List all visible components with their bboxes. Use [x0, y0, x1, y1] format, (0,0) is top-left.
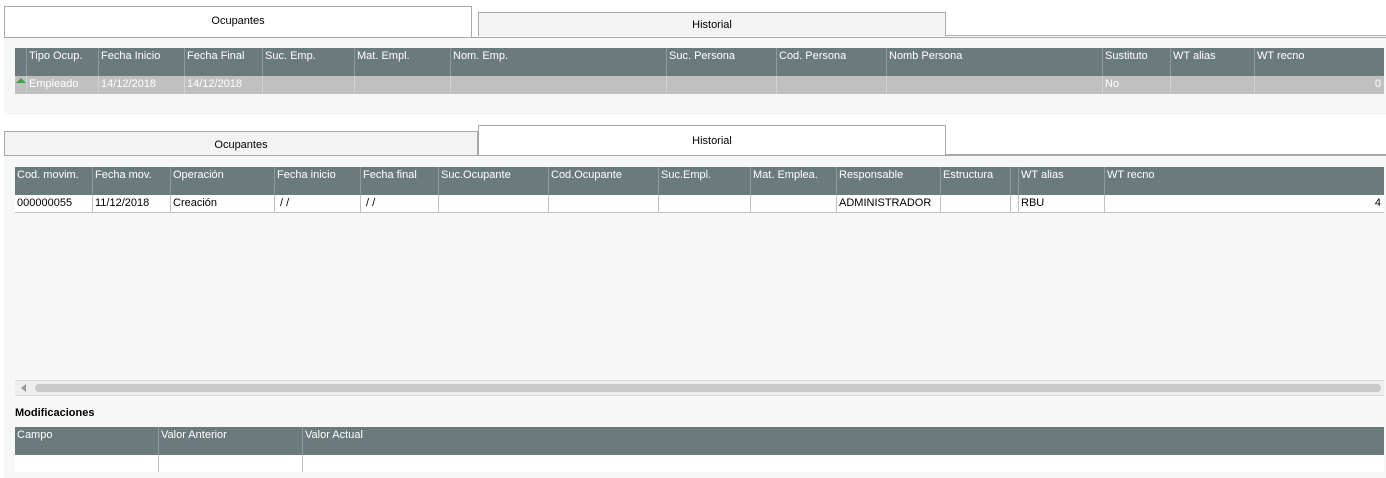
cell[interactable] — [777, 76, 887, 94]
cell[interactable] — [1171, 76, 1255, 94]
cell[interactable]: 11/12/2018 — [93, 195, 171, 213]
cell[interactable] — [15, 455, 159, 472]
grid-header: Tipo Ocup. Fecha Inicio Fecha Final Suc.… — [15, 48, 1384, 76]
arrow-left-icon[interactable] — [21, 384, 26, 392]
col-header[interactable]: Cod.Ocupante — [549, 167, 659, 195]
cell[interactable] — [549, 195, 659, 213]
cell[interactable]: ADMINISTRADOR — [837, 195, 941, 213]
row-indicator — [15, 76, 27, 94]
col-header[interactable]: Responsable — [837, 167, 941, 195]
col-header[interactable]: Sustituto — [1103, 48, 1171, 76]
cell[interactable]: Empleado — [27, 76, 99, 94]
col-header[interactable]: Fecha Final — [185, 48, 263, 76]
cell[interactable]: 14/12/2018 — [99, 76, 185, 94]
col-header[interactable]: Nom. Emp. — [451, 48, 667, 76]
tab-label: Ocupantes — [211, 15, 265, 27]
col-header[interactable]: WT recno — [1105, 167, 1384, 195]
col-header[interactable]: Cod. Persona — [777, 48, 887, 76]
tab-label: Historial — [692, 19, 732, 31]
cell[interactable] — [263, 76, 355, 94]
occupants-grid[interactable]: Tipo Ocup. Fecha Inicio Fecha Final Suc.… — [15, 48, 1384, 96]
grid-header: Campo Valor Anterior Valor Actual — [15, 427, 1384, 455]
col-header[interactable]: Suc.Empl. — [659, 167, 751, 195]
col-header[interactable]: Nomb Persona — [887, 48, 1103, 76]
modifications-grid[interactable]: Campo Valor Anterior Valor Actual — [15, 427, 1384, 472]
col-header[interactable]: WT recno — [1255, 48, 1384, 76]
cell[interactable] — [439, 195, 549, 213]
table-row[interactable] — [15, 455, 1384, 472]
col-header[interactable]: Fecha final — [361, 167, 439, 195]
cell[interactable] — [1011, 195, 1019, 213]
col-header[interactable]: Fecha mov. — [93, 167, 171, 195]
col-header[interactable] — [1011, 167, 1019, 195]
modifications-title: Modificaciones — [15, 407, 95, 419]
col-header[interactable]: Valor Actual — [303, 427, 1384, 455]
cell[interactable] — [159, 455, 303, 472]
col-header[interactable]: Cod. movim. — [15, 167, 93, 195]
cell[interactable]: 000000055 — [15, 195, 93, 213]
horizontal-scrollbar[interactable] — [15, 380, 1384, 396]
grid-header: Cod. movim. Fecha mov. Operación Fecha i… — [15, 167, 1384, 195]
col-header[interactable]: Suc. Persona — [667, 48, 777, 76]
cell[interactable]: Creación — [171, 195, 275, 213]
cell[interactable] — [355, 76, 451, 94]
cell[interactable]: RBU — [1019, 195, 1105, 213]
col-header[interactable]: WT alias — [1019, 167, 1105, 195]
col-header[interactable]: Tipo Ocup. — [27, 48, 99, 76]
cell[interactable]: 4 — [1105, 195, 1384, 213]
history-grid[interactable]: Cod. movim. Fecha mov. Operación Fecha i… — [15, 167, 1384, 380]
col-header[interactable]: Mat. Emplea. — [751, 167, 837, 195]
cell[interactable]: 0 — [1255, 76, 1384, 94]
cell[interactable]: No — [1103, 76, 1171, 94]
tab-historial-top[interactable]: Historial — [478, 12, 946, 36]
tab-divider — [946, 35, 1386, 36]
col-header[interactable]: Campo — [15, 427, 159, 455]
tab-label: Ocupantes — [214, 139, 268, 151]
row-indicator-header — [15, 48, 27, 76]
cell[interactable]: / / — [361, 195, 439, 213]
cell[interactable] — [887, 76, 1103, 94]
tab-historial-bottom[interactable]: Historial — [478, 125, 946, 156]
cell[interactable] — [667, 76, 777, 94]
tab-ocupantes-bottom[interactable]: Ocupantes — [4, 131, 478, 155]
scrollbar-thumb[interactable] — [35, 384, 1381, 392]
cell[interactable] — [941, 195, 1011, 213]
col-header[interactable]: Fecha inicio — [275, 167, 361, 195]
col-header[interactable]: Fecha Inicio — [99, 48, 185, 76]
col-header[interactable]: Suc. Emp. — [263, 48, 355, 76]
cell[interactable]: 14/12/2018 — [185, 76, 263, 94]
cell[interactable] — [751, 195, 837, 213]
cell[interactable] — [451, 76, 667, 94]
col-header[interactable]: Mat. Empl. — [355, 48, 451, 76]
cell[interactable] — [659, 195, 751, 213]
table-row[interactable]: Empleado 14/12/2018 14/12/2018 No 0 — [15, 76, 1384, 94]
table-row[interactable]: 000000055 11/12/2018 Creación / / / / AD… — [15, 195, 1384, 213]
col-header[interactable]: Estructura — [941, 167, 1011, 195]
tab-label: Historial — [692, 135, 732, 147]
cell[interactable]: / / — [275, 195, 361, 213]
tab-ocupantes-top[interactable]: Ocupantes — [4, 6, 472, 37]
triangle-up-icon — [16, 78, 26, 83]
col-header[interactable]: Operación — [171, 167, 275, 195]
col-header[interactable]: WT alias — [1171, 48, 1255, 76]
col-header[interactable]: Valor Anterior — [159, 427, 303, 455]
cell[interactable] — [303, 455, 1384, 472]
col-header[interactable]: Suc.Ocupante — [439, 167, 549, 195]
